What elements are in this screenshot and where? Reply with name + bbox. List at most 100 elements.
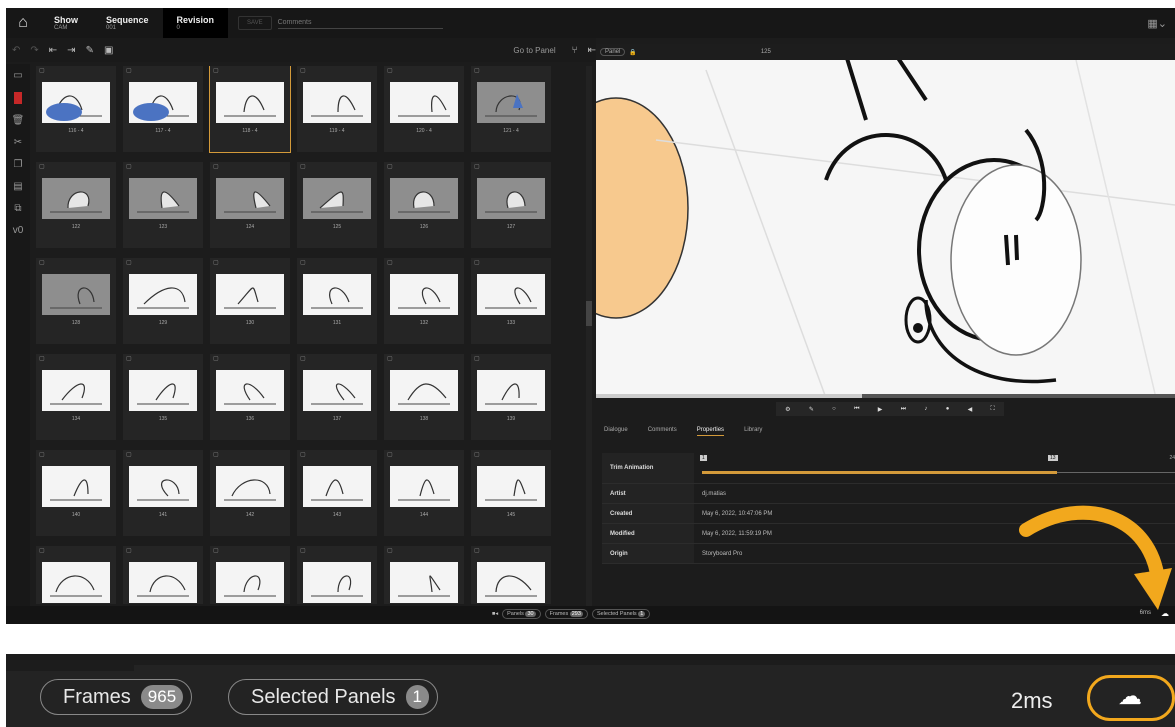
- panel-lock-icon[interactable]: ▢: [474, 355, 480, 362]
- panel-lock-icon[interactable]: ▢: [39, 259, 45, 266]
- panel-lock-icon[interactable]: ▢: [387, 67, 393, 74]
- panel-lock-icon[interactable]: ▢: [39, 547, 45, 554]
- bookmark-icon[interactable]: [14, 92, 22, 104]
- panel-lock-icon[interactable]: ▢: [213, 547, 219, 554]
- panel-thumbnail[interactable]: ▢ 140: [36, 450, 116, 536]
- panel-thumbnail[interactable]: ▢ 130: [210, 258, 290, 344]
- tab-dialogue[interactable]: Dialogue: [604, 427, 628, 436]
- panel-thumbnail[interactable]: ▢ 126: [384, 162, 464, 248]
- breadcrumb-sequence[interactable]: Sequence 001: [92, 8, 163, 38]
- panel-thumbnail[interactable]: ▢ 145: [471, 450, 551, 536]
- panel-thumbnail[interactable]: ▢ 139: [471, 354, 551, 440]
- comments-input[interactable]: Comments: [277, 17, 443, 29]
- version-icon[interactable]: v0: [13, 225, 24, 236]
- draw-icon[interactable]: ✎: [809, 406, 814, 413]
- save-button[interactable]: SAVE: [238, 16, 272, 30]
- panel-thumbnail[interactable]: ▢ 125: [297, 162, 377, 248]
- panel-lock-icon[interactable]: ▢: [39, 451, 45, 458]
- playback-progress[interactable]: [596, 394, 1175, 398]
- panel-thumbnail[interactable]: ▢: [471, 546, 551, 604]
- collapse-icon[interactable]: ⇤: [588, 45, 596, 56]
- panel-thumbnail[interactable]: ▢ 138: [384, 354, 464, 440]
- tab-properties[interactable]: Properties: [696, 427, 725, 436]
- tab-comments[interactable]: Comments: [648, 427, 677, 436]
- panel-thumbnail[interactable]: ▢ 121 - 4: [471, 66, 551, 152]
- panel-thumbnail[interactable]: ▢ 136: [210, 354, 290, 440]
- panel-thumbnail[interactable]: ▢ 124: [210, 162, 290, 248]
- panel-thumbnail[interactable]: ▢ 143: [297, 450, 377, 536]
- panel-lock-icon[interactable]: ▢: [126, 547, 132, 554]
- panel-thumbnail[interactable]: ▢ 122: [36, 162, 116, 248]
- volume-icon[interactable]: ◀: [968, 406, 973, 413]
- panel-thumbnail[interactable]: ▢ 141: [123, 450, 203, 536]
- panel-lock-icon[interactable]: ▢: [474, 259, 480, 266]
- panel-thumbnail[interactable]: ▢: [210, 546, 290, 604]
- home-icon[interactable]: ⌂: [6, 8, 40, 38]
- panel-lock-icon[interactable]: ▢: [300, 259, 306, 266]
- panel-lock-icon[interactable]: ▢: [387, 163, 393, 170]
- panel-lock-icon[interactable]: ▢: [387, 355, 393, 362]
- brush-icon[interactable]: ✎: [86, 45, 94, 56]
- undo-icon[interactable]: ↶: [12, 45, 20, 56]
- panel-lock-icon[interactable]: ▢: [126, 67, 132, 74]
- panel-lock-icon[interactable]: ▢: [474, 67, 480, 74]
- panel-lock-icon[interactable]: ▢: [300, 547, 306, 554]
- panel-thumbnail[interactable]: ▢: [297, 546, 377, 604]
- loop-icon[interactable]: ○: [832, 406, 836, 412]
- video-icon[interactable]: ■◂: [492, 611, 498, 617]
- panel-toggle[interactable]: Panel: [600, 48, 626, 56]
- panel-thumbnail[interactable]: ▢ 117 - 4: [123, 66, 203, 152]
- panel-lock-icon[interactable]: ▢: [213, 355, 219, 362]
- panel-lock-icon[interactable]: ▢: [39, 163, 45, 170]
- panel-lock-icon[interactable]: ▢: [474, 451, 480, 458]
- panel-thumbnail[interactable]: ▢ 144: [384, 450, 464, 536]
- camera-icon[interactable]: ▭: [13, 70, 22, 81]
- panel-thumbnail[interactable]: ▢ 137: [297, 354, 377, 440]
- clipboard-icon[interactable]: ▤: [13, 181, 22, 192]
- panel-lock-icon[interactable]: ▢: [213, 451, 219, 458]
- filter-icon[interactable]: ⑂: [572, 45, 578, 56]
- previous-icon[interactable]: ⏮: [854, 406, 859, 413]
- import-icon[interactable]: ⇤: [49, 45, 57, 56]
- panel-thumbnail[interactable]: ▢ 118 - 4: [209, 66, 291, 153]
- export-icon[interactable]: ⇥: [67, 45, 75, 56]
- settings-icon[interactable]: ⚙: [785, 406, 790, 413]
- panel-lock-icon[interactable]: ▢: [39, 355, 45, 362]
- grid-scroll-thumb[interactable]: [586, 301, 592, 326]
- panel-lock-icon[interactable]: ▢: [213, 163, 219, 170]
- zoom-cloud-icon[interactable]: ☁: [1118, 682, 1142, 711]
- panel-lock-icon[interactable]: ▢: [126, 259, 132, 266]
- panel-lock-icon[interactable]: ▢: [300, 67, 306, 74]
- grid-scrollbar[interactable]: [586, 66, 592, 606]
- panel-thumbnail[interactable]: ▢ 142: [210, 450, 290, 536]
- panel-thumbnail[interactable]: ▢ 128: [36, 258, 116, 344]
- panel-thumbnail[interactable]: ▢: [123, 546, 203, 604]
- copy-icon[interactable]: ❐: [14, 159, 23, 170]
- panel-lock-icon[interactable]: ▢: [126, 355, 132, 362]
- frames-pill[interactable]: Frames 293: [544, 609, 588, 619]
- panel-lock-icon[interactable]: ▢: [474, 547, 480, 554]
- panel-thumbnail[interactable]: ▢ 135: [123, 354, 203, 440]
- selected-panels-pill[interactable]: Selected Panels 1: [591, 609, 651, 619]
- panel-thumbnail[interactable]: ▢ 133: [471, 258, 551, 344]
- go-to-panel[interactable]: Go to Panel: [513, 46, 555, 55]
- panel-lock-icon[interactable]: 🔒: [629, 49, 636, 56]
- panel-lock-icon[interactable]: ▢: [126, 451, 132, 458]
- panel-lock-icon[interactable]: ▢: [126, 163, 132, 170]
- trim-end-marker[interactable]: 13: [1048, 455, 1058, 461]
- redo-icon[interactable]: ↷: [30, 45, 38, 56]
- audio-icon[interactable]: ♪: [924, 406, 927, 412]
- panel-lock-icon[interactable]: ▢: [213, 67, 219, 74]
- panel-thumbnail[interactable]: ▢ 127: [471, 162, 551, 248]
- panel-thumbnail[interactable]: ▢ 129: [123, 258, 203, 344]
- panel-lock-icon[interactable]: ▢: [300, 451, 306, 458]
- trash-icon[interactable]: 🗑: [12, 115, 25, 126]
- panel-lock-icon[interactable]: ▢: [387, 451, 393, 458]
- layout-grid-icon[interactable]: ▦⌄: [1147, 17, 1167, 30]
- panel-thumbnail[interactable]: ▢ 132: [384, 258, 464, 344]
- breadcrumb-show[interactable]: Show CAM: [40, 8, 92, 38]
- zoom-selected-pill[interactable]: Selected Panels 1: [228, 679, 439, 715]
- panel-lock-icon[interactable]: ▢: [213, 259, 219, 266]
- panel-thumbnail[interactable]: ▢ 134: [36, 354, 116, 440]
- panel-lock-icon[interactable]: ▢: [39, 67, 45, 74]
